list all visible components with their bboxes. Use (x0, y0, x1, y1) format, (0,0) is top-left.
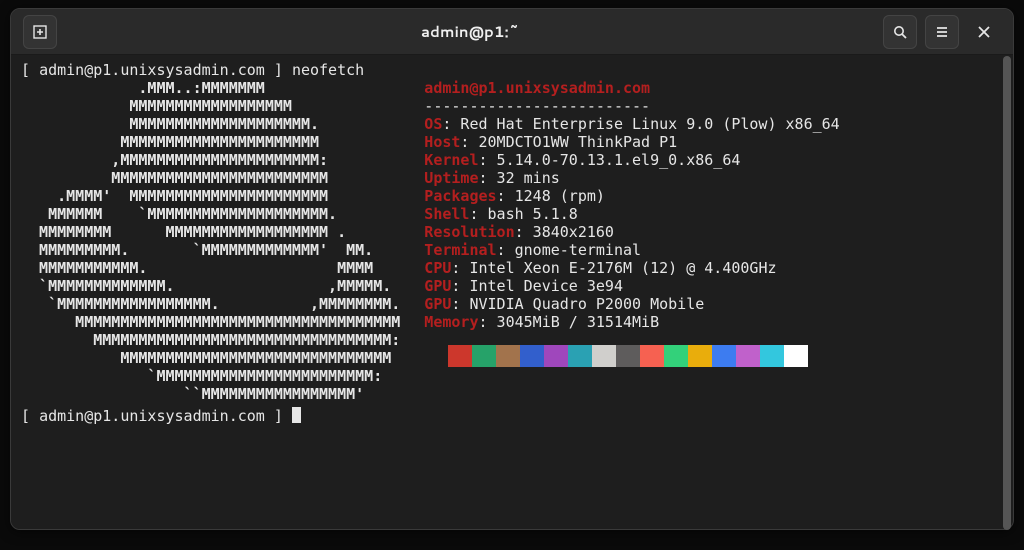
titlebar: admin@p1:~ (11, 9, 1013, 55)
color-swatch (688, 345, 712, 367)
prompt-line-1: [ admin@p1.unixsysadmin.com ] neofetch (21, 61, 1003, 79)
info-key: Packages (424, 187, 496, 205)
color-swatch (424, 345, 448, 367)
info-dashes: ------------------------- (424, 97, 1003, 115)
info-row: Host: 20MDCTO1WW ThinkPad P1 (424, 133, 1003, 151)
info-key: OS (424, 115, 442, 133)
info-value: 32 mins (497, 169, 560, 187)
command-text: neofetch (292, 61, 364, 79)
menu-button[interactable] (925, 15, 959, 49)
scrollbar[interactable] (1003, 56, 1011, 530)
info-value: 3045MiB / 31514MiB (497, 313, 660, 331)
neofetch-info: admin@p1.unixsysadmin.com --------------… (424, 79, 1003, 367)
info-row: CPU: Intel Xeon E-2176M (12) @ 4.400GHz (424, 259, 1003, 277)
info-row: Uptime: 32 mins (424, 169, 1003, 187)
info-value: Intel Device 3e94 (469, 277, 623, 295)
color-swatch (712, 345, 736, 367)
color-swatch (760, 345, 784, 367)
info-key: Resolution (424, 223, 514, 241)
info-row: GPU: Intel Device 3e94 (424, 277, 1003, 295)
new-tab-button[interactable] (23, 15, 57, 49)
color-swatch (592, 345, 616, 367)
prompt-line-2: [ admin@p1.unixsysadmin.com ] (21, 407, 1003, 425)
info-value: Red Hat Enterprise Linux 9.0 (Plow) x86_… (460, 115, 839, 133)
info-value: 3840x2160 (533, 223, 614, 241)
info-value: gnome-terminal (515, 241, 641, 259)
info-key: CPU (424, 259, 451, 277)
close-button[interactable] (967, 15, 1001, 49)
hamburger-icon (934, 24, 950, 40)
info-key: Uptime (424, 169, 478, 187)
color-swatch (568, 345, 592, 367)
color-swatches (424, 345, 1003, 367)
color-swatch (664, 345, 688, 367)
info-row: OS: Red Hat Enterprise Linux 9.0 (Plow) … (424, 115, 1003, 133)
color-swatch (472, 345, 496, 367)
info-value: 1248 (rpm) (515, 187, 605, 205)
info-row: Kernel: 5.14.0-70.13.1.el9_0.x86_64 (424, 151, 1003, 169)
scrollbar-thumb[interactable] (1003, 56, 1011, 530)
info-key: GPU (424, 277, 451, 295)
color-swatch (544, 345, 568, 367)
info-value: 20MDCTO1WW ThinkPad P1 (478, 133, 677, 151)
info-key: Memory (424, 313, 478, 331)
color-swatch (736, 345, 760, 367)
info-row: Resolution: 3840x2160 (424, 223, 1003, 241)
info-key: Kernel (424, 151, 478, 169)
color-swatch (448, 345, 472, 367)
new-tab-icon (32, 24, 48, 40)
info-row: Memory: 3045MiB / 31514MiB (424, 313, 1003, 331)
info-row: Shell: bash 5.1.8 (424, 205, 1003, 223)
info-key: GPU (424, 295, 451, 313)
close-icon (976, 24, 992, 40)
cursor (292, 407, 301, 423)
info-row: Terminal: gnome-terminal (424, 241, 1003, 259)
terminal-viewport[interactable]: [ admin@p1.unixsysadmin.com ] neofetch .… (11, 55, 1013, 529)
info-value: Intel Xeon E-2176M (12) @ 4.400GHz (469, 259, 776, 277)
color-swatch (616, 345, 640, 367)
color-swatch (784, 345, 808, 367)
info-value: 5.14.0-70.13.1.el9_0.x86_64 (497, 151, 741, 169)
info-key: Host (424, 133, 460, 151)
color-swatch (640, 345, 664, 367)
info-hostline: admin@p1.unixsysadmin.com (424, 79, 650, 97)
info-row: GPU: NVIDIA Quadro P2000 Mobile (424, 295, 1003, 313)
prompt-host: admin@p1.unixsysadmin.com (39, 61, 265, 79)
terminal-window: admin@p1:~ [ admin@p1.unixsysadmin.com ]… (10, 8, 1014, 530)
search-icon (892, 24, 908, 40)
info-value: bash 5.1.8 (488, 205, 578, 223)
ascii-logo: .MMM..:MMMMMMM MMMMMMMMMMMMMMMMMM MMMMMM… (21, 79, 400, 403)
window-title: admin@p1:~ (61, 21, 879, 42)
search-button[interactable] (883, 15, 917, 49)
info-row: Packages: 1248 (rpm) (424, 187, 1003, 205)
info-key: Shell (424, 205, 469, 223)
info-key: Terminal (424, 241, 496, 259)
info-value: NVIDIA Quadro P2000 Mobile (469, 295, 704, 313)
color-swatch (520, 345, 544, 367)
color-swatch (496, 345, 520, 367)
